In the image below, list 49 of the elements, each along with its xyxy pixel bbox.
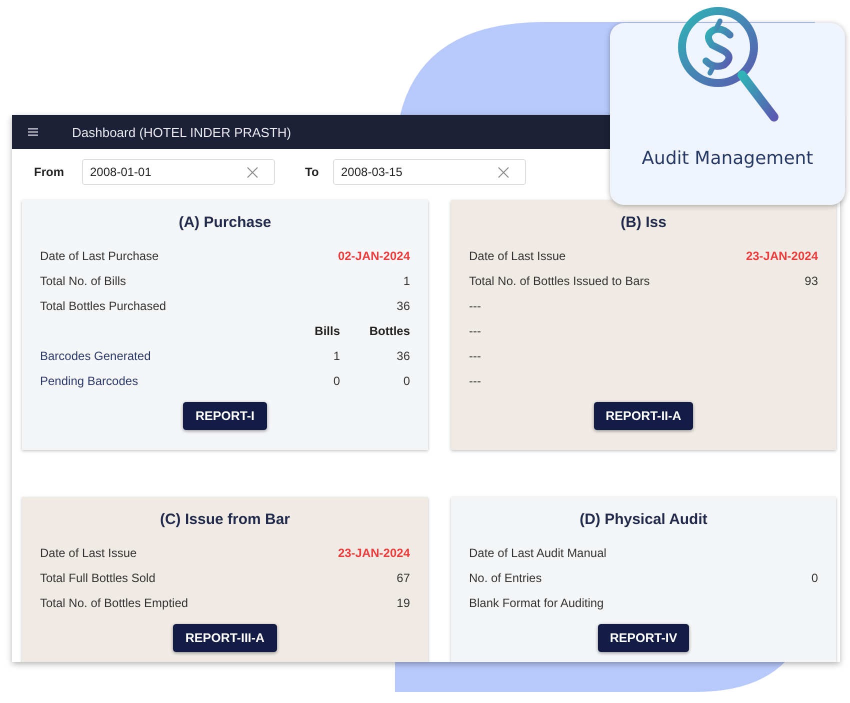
column-heading: Bills — [314, 324, 340, 338]
row-label: Total Full Bottles Sold — [40, 570, 156, 584]
date-field[interactable]: 2008-01-01 — [82, 159, 275, 185]
row-value: 67 — [396, 570, 410, 584]
card-title: (B) Iss — [620, 214, 668, 231]
row-value: 0 — [402, 374, 410, 388]
card-title: (A) Purchase — [178, 214, 272, 231]
row-value: 1 — [403, 274, 410, 288]
row-label: Date of Last Issue — [40, 546, 138, 560]
row-value: 36 — [396, 348, 410, 362]
clear-icon[interactable] — [247, 166, 258, 178]
report-button[interactable]: REPORT-II-A — [594, 402, 694, 430]
row-label: Date of Last Purchase — [40, 248, 160, 262]
column-heading: Bottles — [368, 324, 410, 338]
report-button[interactable]: REPORT-I — [183, 402, 267, 430]
row-label: Barcodes Generated — [40, 348, 152, 362]
row-label: --- — [469, 298, 482, 312]
row-value: 19 — [396, 596, 410, 610]
row-label: Total No. of Bottles Issued to Bars — [469, 274, 651, 288]
row-label: No. of Entries — [469, 570, 543, 584]
row-label: Date of Last Issue — [469, 248, 567, 262]
report-button[interactable]: REPORT-III-A — [173, 624, 277, 652]
row-label: --- — [469, 348, 482, 362]
row-label: Total Bottles Purchased — [40, 298, 168, 312]
menu-icon[interactable] — [28, 128, 38, 136]
row-label: Blank Format for Auditing — [469, 596, 605, 610]
row-label: Total No. of Bottles Emptied — [40, 596, 190, 610]
row-value: 0 — [332, 374, 340, 388]
row-label: Pending Barcodes — [40, 374, 140, 388]
row-value: 1 — [332, 348, 340, 362]
row-value: 23-JAN-2024 — [338, 546, 410, 560]
row-label: --- — [469, 324, 482, 338]
row-label: Total No. of Bills — [40, 274, 128, 288]
date-label: To — [305, 165, 320, 179]
row-label: --- — [469, 374, 482, 388]
card-title: (C) Issue from Bar — [158, 511, 292, 528]
row-label: Date of Last Audit Manual — [469, 546, 608, 560]
feature-title: Audit Management — [642, 148, 814, 169]
row-value: 23-JAN-2024 — [746, 248, 818, 262]
report-button[interactable]: REPORT-IV — [598, 624, 690, 652]
row-value: 02-JAN-2024 — [338, 248, 410, 262]
row-value: 36 — [396, 298, 410, 312]
date-field[interactable]: 2008-03-15 — [333, 159, 526, 185]
clear-icon[interactable] — [498, 166, 509, 178]
date-label: From — [34, 165, 65, 179]
card-title: (D) Physical Audit — [578, 511, 708, 528]
dashboard-title: Dashboard (HOTEL INDER PRASTH) — [72, 124, 292, 140]
row-value: 0 — [811, 570, 818, 584]
row-value: 93 — [804, 274, 818, 288]
